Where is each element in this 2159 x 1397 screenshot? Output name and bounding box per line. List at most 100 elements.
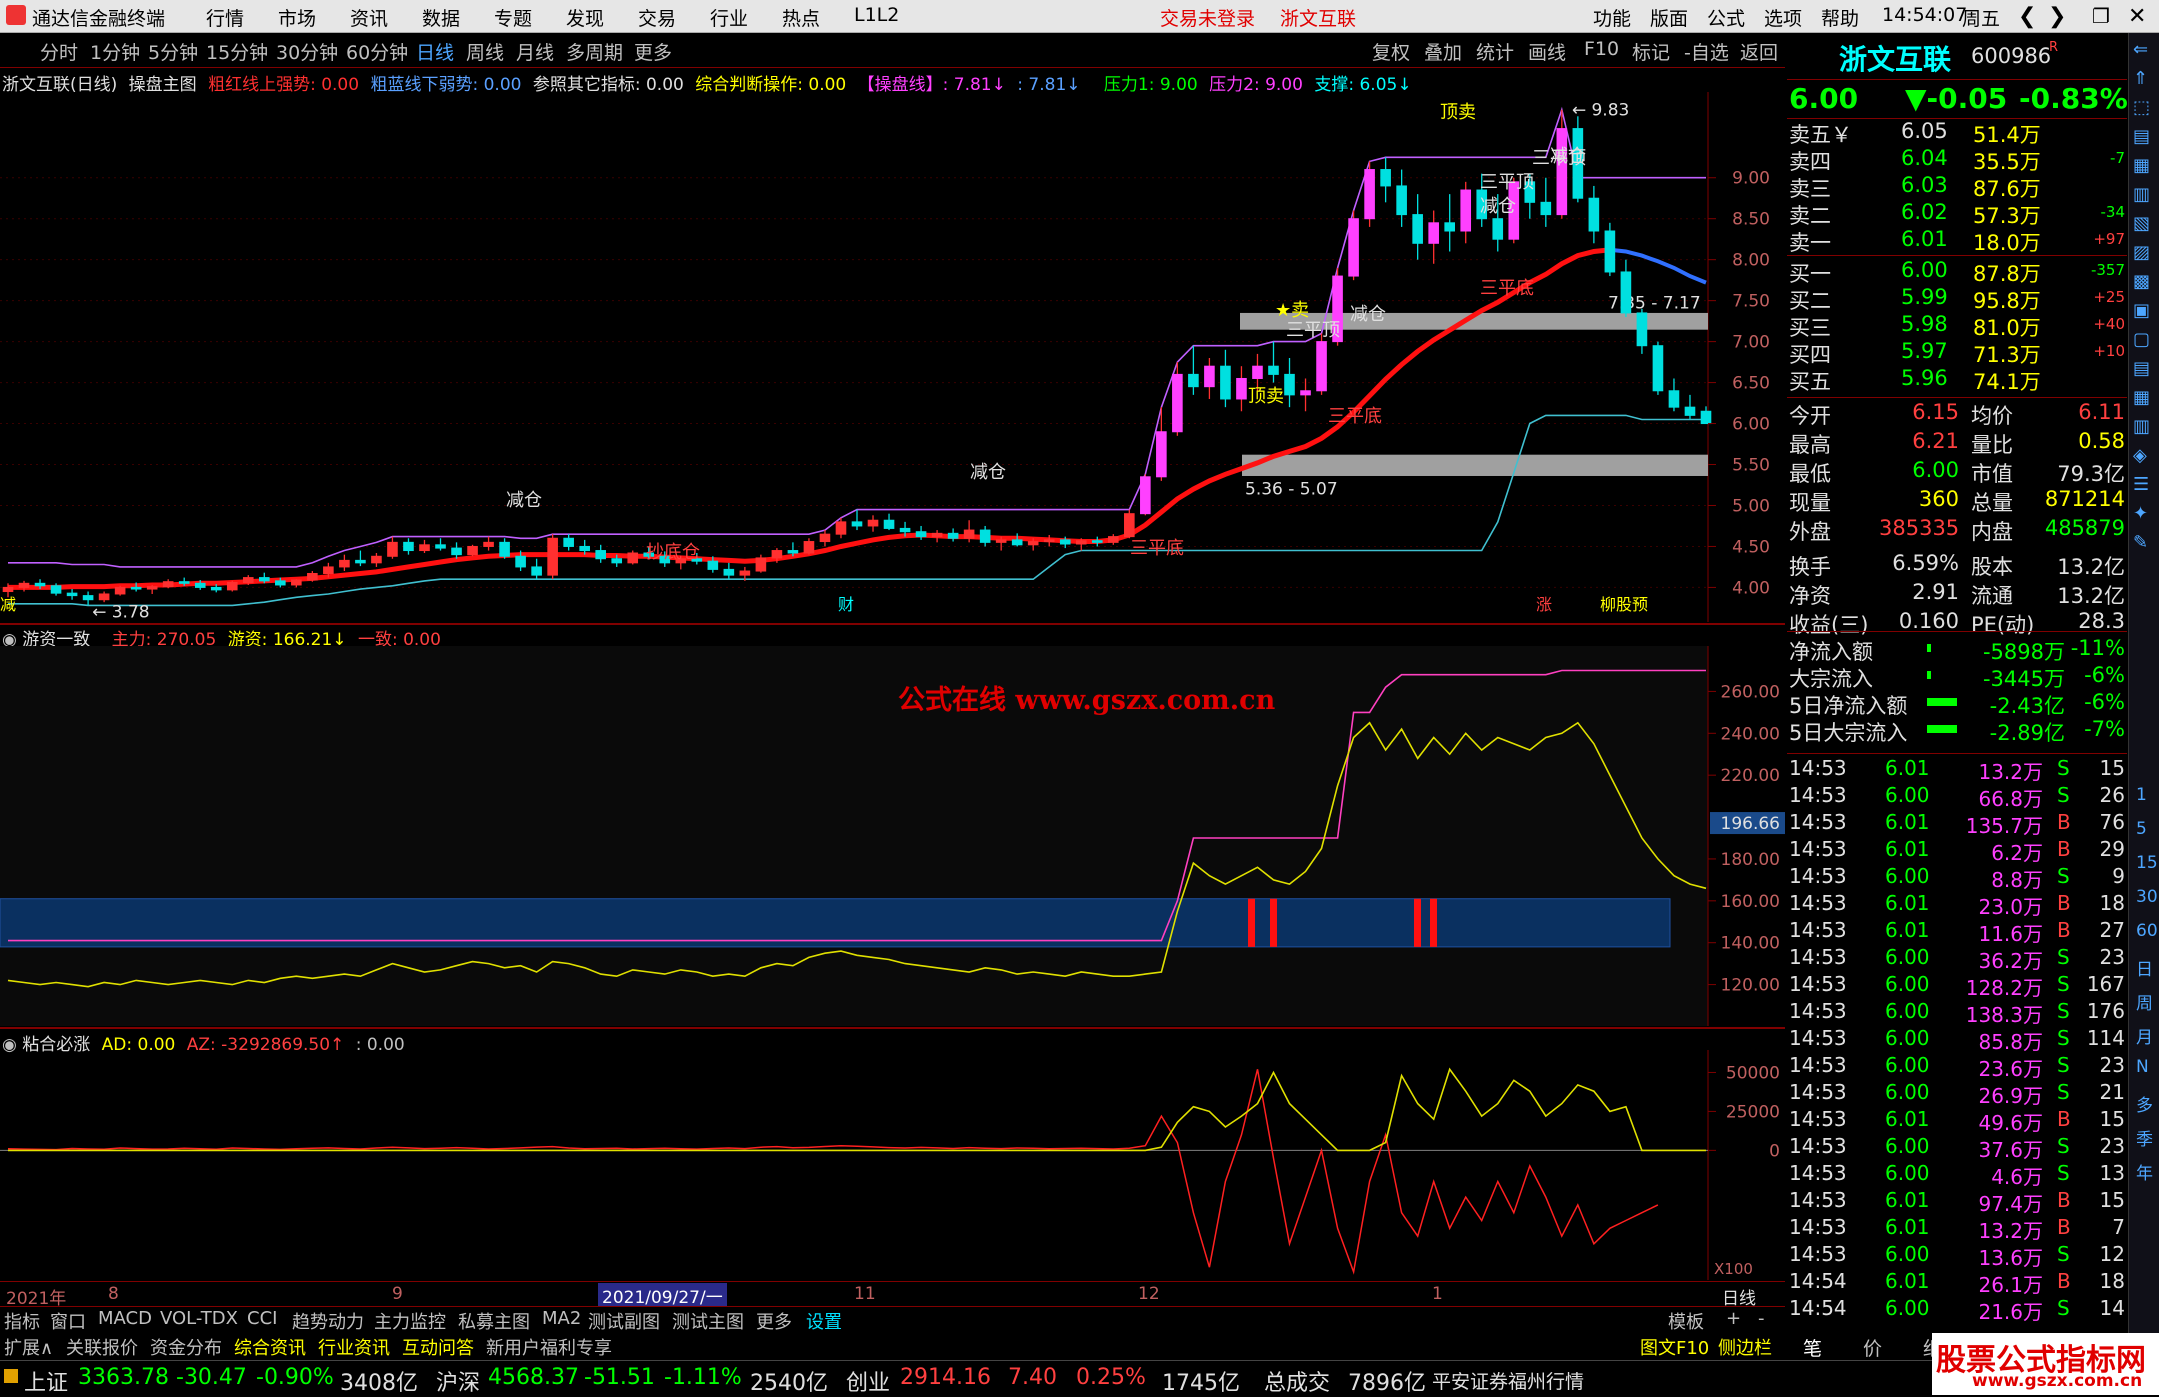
sidebar-tool-icon[interactable]: ▦ (2133, 387, 2150, 408)
action-zixuan[interactable]: -自选 (1684, 38, 1729, 65)
action-f10[interactable]: F10 (1584, 38, 1619, 60)
action-fanhui[interactable]: 返回 (1740, 38, 1778, 65)
menu-gongshi[interactable]: 公式 (1707, 4, 1745, 31)
add-panel-button[interactable]: + (1726, 1308, 1741, 1329)
tab-ceshifutu[interactable]: 测试副图 (588, 1308, 660, 1334)
sidebar-tool-icon[interactable]: ▦ (2133, 155, 2150, 176)
menu-faxian[interactable]: 发现 (566, 4, 604, 31)
ext-tab-related[interactable]: 关联报价 (66, 1334, 138, 1360)
tab-qushi[interactable]: 趋势动力 (292, 1308, 364, 1334)
candlestick-chart[interactable]: 7.35 - 7.175.36 - 5.07 9.008.508.007.507… (0, 92, 1785, 622)
menu-hangqing[interactable]: 行情 (206, 4, 244, 31)
tab-more[interactable]: 更多 (756, 1308, 792, 1334)
tab-settings[interactable]: 设置 (806, 1308, 842, 1334)
back-icon[interactable]: ❮ (2018, 4, 2036, 29)
index-sh-name[interactable]: 上证 (24, 1365, 68, 1397)
sidebar-period[interactable]: 30 (2136, 887, 2158, 907)
sidebar-tool-icon[interactable]: ✦ (2133, 503, 2148, 524)
period-weekly[interactable]: 周线 (466, 38, 504, 65)
menu-redian[interactable]: 热点 (782, 4, 820, 31)
close-icon[interactable]: ✕ (2128, 4, 2146, 29)
action-diejia[interactable]: 叠加 (1424, 38, 1462, 65)
sidebar-period[interactable]: N (2136, 1057, 2149, 1077)
sidebar-tool-icon[interactable]: ▥ (2133, 416, 2150, 437)
sidebar-tool-icon[interactable]: ✎ (2133, 532, 2148, 553)
ext-tab-industry-news[interactable]: 行业资讯 (318, 1334, 390, 1360)
menu-jiaoyi[interactable]: 交易 (638, 4, 676, 31)
period-15min[interactable]: 15分钟 (206, 38, 268, 65)
ext-tab-news[interactable]: 综合资讯 (234, 1334, 306, 1360)
menu-xuanxiang[interactable]: 选项 (1764, 4, 1802, 31)
sidebar-tool-icon[interactable]: ▢ (2133, 329, 2150, 350)
period-daily[interactable]: 日线 (416, 38, 454, 65)
sidebar-period[interactable]: 周 (2136, 989, 2153, 1014)
tick-list[interactable]: 14:53 6.01 13.2万 S 15 14:53 6.00 66.8万 S 26 14:53 6… (1787, 753, 2127, 1334)
period-multi[interactable]: 多周期 (566, 38, 623, 65)
youzi-chart[interactable]: 260.00 240.00 220.00 196.66 180.00 160.00 140.… (0, 646, 1785, 1026)
sidebar-tool-icon[interactable]: ⇐ (2133, 39, 2148, 60)
menu-bangzhu[interactable]: 帮助 (1821, 4, 1859, 31)
sidebar-tool-icon[interactable]: ▨ (2133, 242, 2150, 263)
index-cy-name[interactable]: 创业 (846, 1365, 890, 1397)
menu-banmian[interactable]: 版面 (1650, 4, 1688, 31)
period-fenshi[interactable]: 分时 (40, 38, 78, 65)
tab-zhibiao[interactable]: 指标 (4, 1308, 40, 1334)
tab-cci[interactable]: CCI (247, 1308, 277, 1329)
menu-gongneng[interactable]: 功能 (1593, 4, 1631, 31)
sidebar-period[interactable]: 60 (2136, 921, 2158, 941)
sidebar-period[interactable]: 季 (2136, 1125, 2153, 1150)
tab-ma2[interactable]: MA2 (542, 1308, 581, 1329)
sidebar-period[interactable]: 日 (2136, 955, 2153, 980)
login-status[interactable]: 交易未登录 (1160, 4, 1255, 31)
period-5min[interactable]: 5分钟 (148, 38, 198, 65)
action-tongji[interactable]: 统计 (1476, 38, 1514, 65)
sidebar-tool-icon[interactable]: ☰ (2133, 474, 2149, 495)
sidebar-tool-icon[interactable]: ▥ (2133, 184, 2150, 205)
sidebar-tool-icon[interactable]: ▤ (2133, 126, 2150, 147)
menu-shuju[interactable]: 数据 (422, 4, 460, 31)
sidebar-tool-icon[interactable]: ▣ (2133, 300, 2150, 321)
tab-ceshizhutu[interactable]: 测试主图 (672, 1308, 744, 1334)
sidebar-period[interactable]: 5 (2136, 819, 2147, 839)
period-more[interactable]: 更多 (634, 38, 672, 65)
sidebar-period[interactable]: 年 (2136, 1159, 2153, 1184)
action-huaxian[interactable]: 画线 (1528, 38, 1566, 65)
period-60min[interactable]: 60分钟 (346, 38, 408, 65)
period-1min[interactable]: 1分钟 (90, 38, 140, 65)
ext-tab-expand[interactable]: 扩展∧ (4, 1334, 53, 1360)
sidebar-tool-icon[interactable]: ▧ (2133, 213, 2150, 234)
qtab-bi[interactable]: 笔 (1803, 1334, 1822, 1361)
sidebar-tool-icon[interactable]: ⇑ (2133, 68, 2148, 89)
menu-l1l2[interactable]: L1L2 (854, 4, 899, 26)
forward-icon[interactable]: ❯ (2048, 4, 2066, 29)
template-button[interactable]: 模板 (1668, 1308, 1704, 1334)
sidebar-period[interactable]: 月 (2136, 1023, 2153, 1048)
ext-f10[interactable]: 图文F10 (1640, 1334, 1709, 1360)
menu-zhuanti[interactable]: 专题 (494, 4, 532, 31)
sidebar-tool-icon[interactable]: ▩ (2133, 271, 2150, 292)
stock-link[interactable]: 浙文互联 (1280, 4, 1356, 31)
ad-az-chart[interactable]: 50000 25000 0 X100 (0, 1050, 1785, 1280)
sidebar-period[interactable]: 15 (2136, 853, 2158, 873)
qtab-jia[interactable]: 价 (1863, 1334, 1882, 1361)
sidebar-tool-icon[interactable]: ◈ (2133, 445, 2147, 466)
tab-vol-tdx[interactable]: VOL-TDX (160, 1308, 238, 1329)
period-30min[interactable]: 30分钟 (276, 38, 338, 65)
sidebar-tool-icon[interactable]: ▤ (2133, 358, 2150, 379)
ext-tab-funds[interactable]: 资金分布 (150, 1334, 222, 1360)
menu-zixun[interactable]: 资讯 (350, 4, 388, 31)
tab-macd[interactable]: MACD (98, 1308, 152, 1329)
ext-tab-qa[interactable]: 互动问答 (402, 1334, 474, 1360)
sidebar-tool-icon[interactable]: ⬚ (2133, 97, 2150, 118)
remove-panel-button[interactable]: - (1758, 1308, 1765, 1329)
sidebar-period[interactable]: 1 (2136, 785, 2147, 805)
tab-chuangkou[interactable]: 窗口 (50, 1308, 86, 1334)
menu-hangye[interactable]: 行业 (710, 4, 748, 31)
action-fuquan[interactable]: 复权 (1372, 38, 1410, 65)
index-hs-name[interactable]: 沪深 (436, 1365, 480, 1397)
period-monthly[interactable]: 月线 (516, 38, 554, 65)
tab-zhulijiankong[interactable]: 主力监控 (374, 1308, 446, 1334)
window-restore-icon[interactable]: ❐ (2092, 4, 2110, 28)
menu-shichang[interactable]: 市场 (278, 4, 316, 31)
ext-tab-welfare[interactable]: 新用户福利专享 (486, 1334, 612, 1360)
